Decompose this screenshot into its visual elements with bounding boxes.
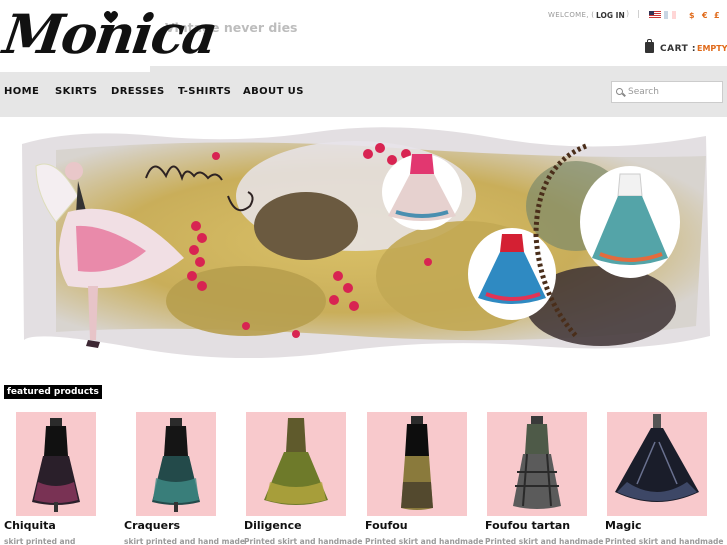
cart-status: EMPTY [697, 44, 727, 53]
featured-products-title: featured products [4, 385, 102, 399]
search-box[interactable] [611, 81, 723, 103]
product-name[interactable]: Diligence [244, 519, 302, 532]
banner-illustration [22, 127, 710, 358]
product-desc: skirt printed and [4, 537, 76, 545]
product-desc: Printed skirt and handmade [365, 537, 484, 545]
skirt-photo [152, 418, 200, 512]
skirt-photo [32, 418, 80, 512]
product-name[interactable]: Foufou tartan [485, 519, 570, 532]
nav-about-us[interactable]: ABOUT US [243, 86, 304, 97]
product-card[interactable]: Foufou Printed skirt and handmade [365, 411, 485, 545]
search-icon[interactable] [616, 88, 623, 95]
separator: | [637, 9, 640, 18]
product-desc: skirt printed and hand made [124, 537, 245, 545]
nav-dresses[interactable]: DRESSES [111, 86, 165, 97]
product-desc: Printed skirt and handmade [605, 537, 724, 545]
product-card[interactable]: Magic Printed skirt and handmade [605, 411, 725, 545]
us-flag-icon[interactable] [649, 11, 661, 19]
product-card[interactable]: Diligence Printed skirt and handmade [244, 411, 364, 545]
product-card[interactable]: Chiquita skirt printed and [4, 411, 124, 545]
search-input[interactable] [628, 85, 720, 99]
currency-dollar[interactable]: $ [689, 11, 695, 20]
separator: ) [626, 9, 630, 18]
product-card[interactable]: Foufou tartan Printed skirt and handmade [485, 411, 605, 545]
currency-euro[interactable]: € [702, 11, 708, 20]
product-name[interactable]: Magic [605, 519, 642, 532]
product-name[interactable]: Craquers [124, 519, 180, 532]
logo[interactable]: Monica [0, 0, 220, 72]
skirt-photo [264, 418, 328, 505]
currency-pound[interactable]: £ [714, 11, 720, 20]
hero-banner[interactable] [16, 126, 712, 358]
product-image[interactable] [367, 412, 467, 516]
nav-tshirts[interactable]: T-SHIRTS [178, 86, 231, 97]
header: Monica Vintage never dies WELCOME, ( LOG… [0, 0, 727, 72]
skirt-photo [513, 416, 561, 509]
welcome-text: WELCOME, ( [548, 11, 595, 19]
nav-skirts[interactable]: SKIRTS [55, 86, 97, 97]
heart-icon [104, 11, 118, 24]
fr-flag-icon[interactable] [664, 11, 676, 19]
product-image[interactable] [487, 412, 587, 516]
cart-bag-icon[interactable] [645, 39, 654, 53]
product-name[interactable]: Foufou [365, 519, 408, 532]
login-link[interactable]: LOG IN [596, 11, 625, 20]
product-name[interactable]: Chiquita [4, 519, 56, 532]
product-desc: Printed skirt and handmade [244, 537, 363, 545]
skirt-photo [401, 416, 433, 510]
skirt-photo [615, 414, 699, 502]
main-nav: HOME SKIRTS DRESSES T-SHIRTS ABOUT US [0, 66, 727, 117]
product-image[interactable] [136, 412, 216, 516]
product-desc: Printed skirt and handmade [485, 537, 604, 545]
product-image[interactable] [16, 412, 96, 516]
product-image[interactable] [246, 412, 346, 516]
product-card[interactable]: Craquers skirt printed and hand made [124, 411, 245, 545]
product-image[interactable] [607, 412, 707, 516]
cart-label[interactable]: CART : [660, 44, 696, 54]
nav-home[interactable]: HOME [4, 86, 39, 97]
